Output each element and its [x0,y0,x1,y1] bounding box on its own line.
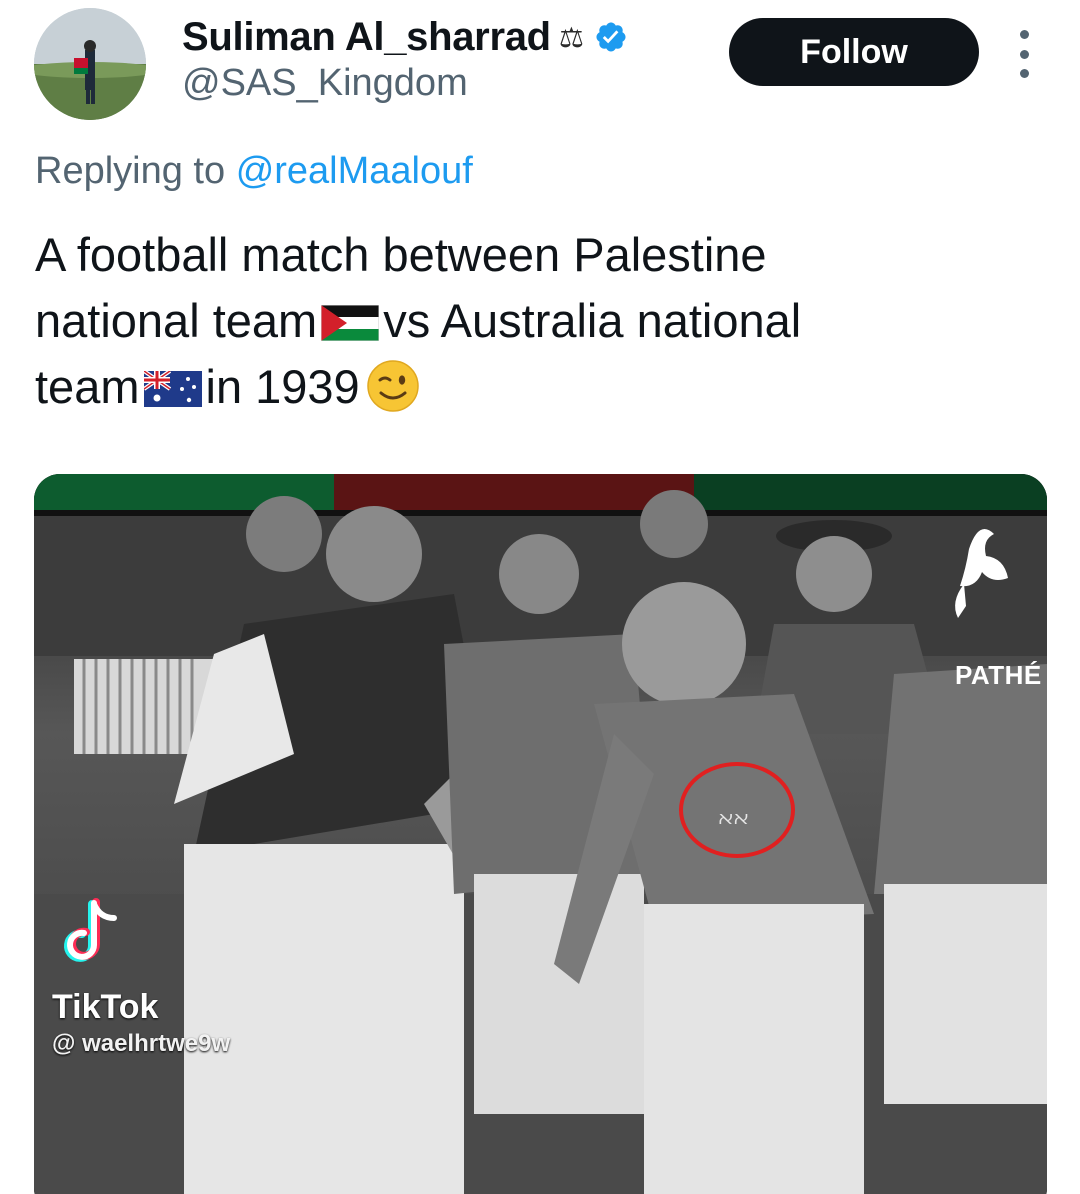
tweet-line-2-start: national team [35,294,318,347]
author-name-row[interactable]: Suliman Al_sharrad ⚖ [182,12,628,62]
scales-icon: ⚖ [558,20,584,54]
video-thumbnail[interactable]: ﬡﬡ PATHÉ TikTok @ waelhrtwe9w [34,474,1047,1194]
tiktok-username: @ waelhrtwe9w [52,1030,231,1057]
replying-prefix: Replying to [35,150,226,192]
tweet-line-1: A football match between Palestine [35,228,767,281]
avatar[interactable] [34,8,146,120]
tweet-line-2: national team vs Australia national [35,288,1015,354]
match-photo: ﬡﬡ [34,474,1047,1194]
tweet-text: A football match between Palestine natio… [35,222,1015,420]
tweet-line-3-end: in 1939 [205,360,360,413]
tweet-line-3-start: team [35,360,140,413]
replying-to: Replying to @realMaalouf [35,150,473,193]
verified-badge-icon [596,22,626,52]
tweet-line-3: team in 1939 [35,354,1015,420]
winking-face-icon [366,360,419,412]
author-display-name[interactable]: Suliman Al_sharrad [182,15,551,60]
more-vertical-icon[interactable] [1004,30,1044,78]
avatar-photo [34,8,146,120]
palestine-flag-icon [321,305,380,341]
svg-text:ﬡﬡ: ﬡﬡ [718,808,749,829]
follow-button[interactable]: Follow [729,18,979,86]
tweet-card: Suliman Al_sharrad ⚖ @SAS_Kingdom Follow… [0,0,1080,1194]
broadcaster-watermark: PATHÉ [955,660,1042,690]
reply-mention-link[interactable]: @realMaalouf [236,150,473,192]
tiktok-watermark: TikTok [52,988,159,1026]
tweet-line-2-end: vs Australia national [383,294,802,347]
author-handle[interactable]: @SAS_Kingdom [182,62,468,105]
australia-flag-icon [143,371,202,407]
